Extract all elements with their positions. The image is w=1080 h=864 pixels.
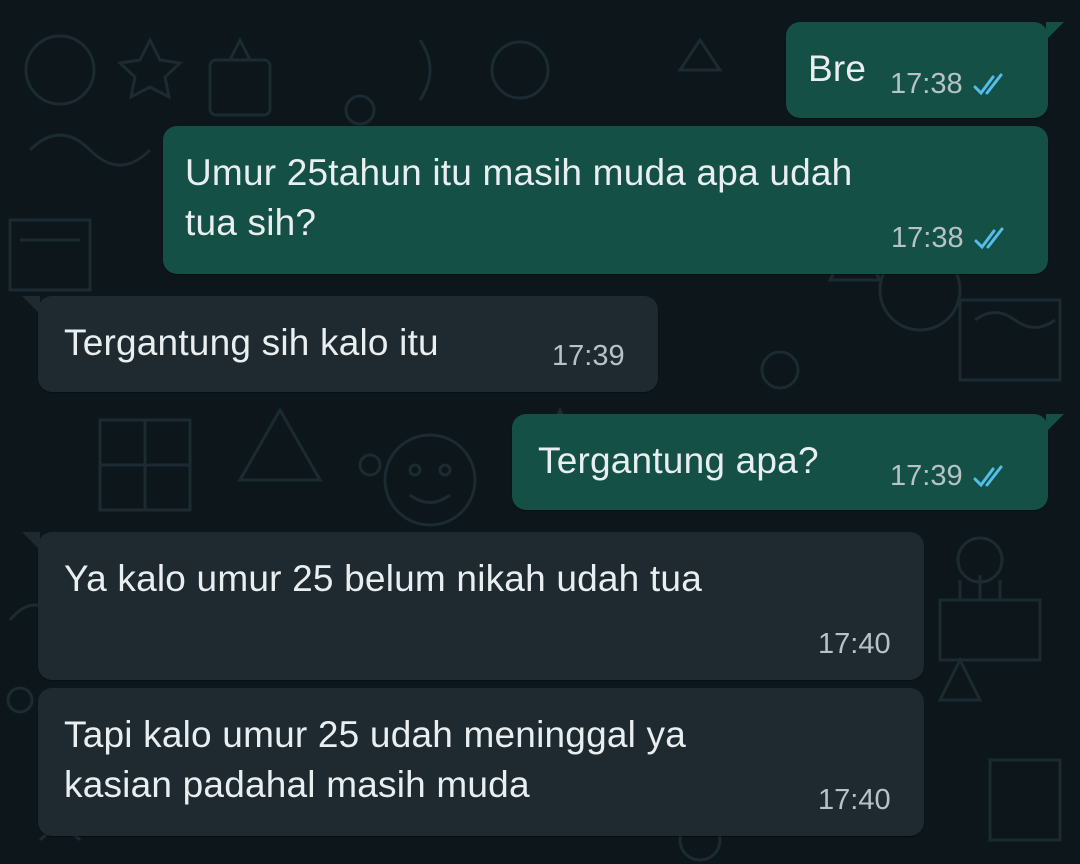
message-bubble-incoming[interactable]: Tergantung sih kalo itu 17:39 xyxy=(22,296,658,392)
message-text: Umur 25tahun itu masih muda apa udah tua… xyxy=(185,152,853,243)
message-bubble-incoming[interactable]: Tapi kalo umur 25 udah meninggal ya kasi… xyxy=(38,688,924,836)
message-text: Tapi kalo umur 25 udah meninggal ya kasi… xyxy=(64,714,686,805)
message-bubble-outgoing[interactable]: Umur 25tahun itu masih muda apa udah tua… xyxy=(163,126,1048,274)
double-check-read-icon xyxy=(973,73,1003,95)
message-text: Bre xyxy=(808,48,867,89)
message-time: 17:38 xyxy=(890,68,963,100)
message-time: 17:40 xyxy=(818,784,891,816)
message-text: Tergantung sih kalo itu xyxy=(64,322,439,363)
message-text: Tergantung apa? xyxy=(538,440,819,481)
message-text: Ya kalo umur 25 belum nikah udah tua xyxy=(64,558,702,599)
message-time: 17:39 xyxy=(552,340,625,372)
bubble-tail xyxy=(1046,22,1064,40)
message-meta: 17:40 xyxy=(818,784,891,817)
message-bubble-outgoing[interactable]: Tergantung apa? 17:39 xyxy=(512,414,1064,510)
message-bubble-incoming[interactable]: Ya kalo umur 25 belum nikah udah tua 17:… xyxy=(22,532,924,680)
message-meta: 17:40 xyxy=(818,628,891,661)
message-bubble-outgoing[interactable]: Bre 17:38 xyxy=(786,22,1064,118)
bubble-tail xyxy=(22,532,40,550)
message-time: 17:38 xyxy=(891,222,964,254)
double-check-read-icon xyxy=(973,465,1003,487)
message-time: 17:40 xyxy=(818,628,891,660)
message-time: 17:39 xyxy=(890,460,963,492)
message-meta: 17:38 xyxy=(890,68,1011,101)
bubble-tail xyxy=(1046,414,1064,432)
chat-window: Bre 17:38 Umur 25tahun itu masih muda ap… xyxy=(0,0,1080,864)
double-check-read-icon xyxy=(974,227,1004,249)
bubble-tail xyxy=(22,296,40,314)
message-meta: 17:39 xyxy=(890,460,1011,493)
message-meta: 17:38 xyxy=(891,222,1012,255)
message-meta: 17:39 xyxy=(552,340,625,373)
